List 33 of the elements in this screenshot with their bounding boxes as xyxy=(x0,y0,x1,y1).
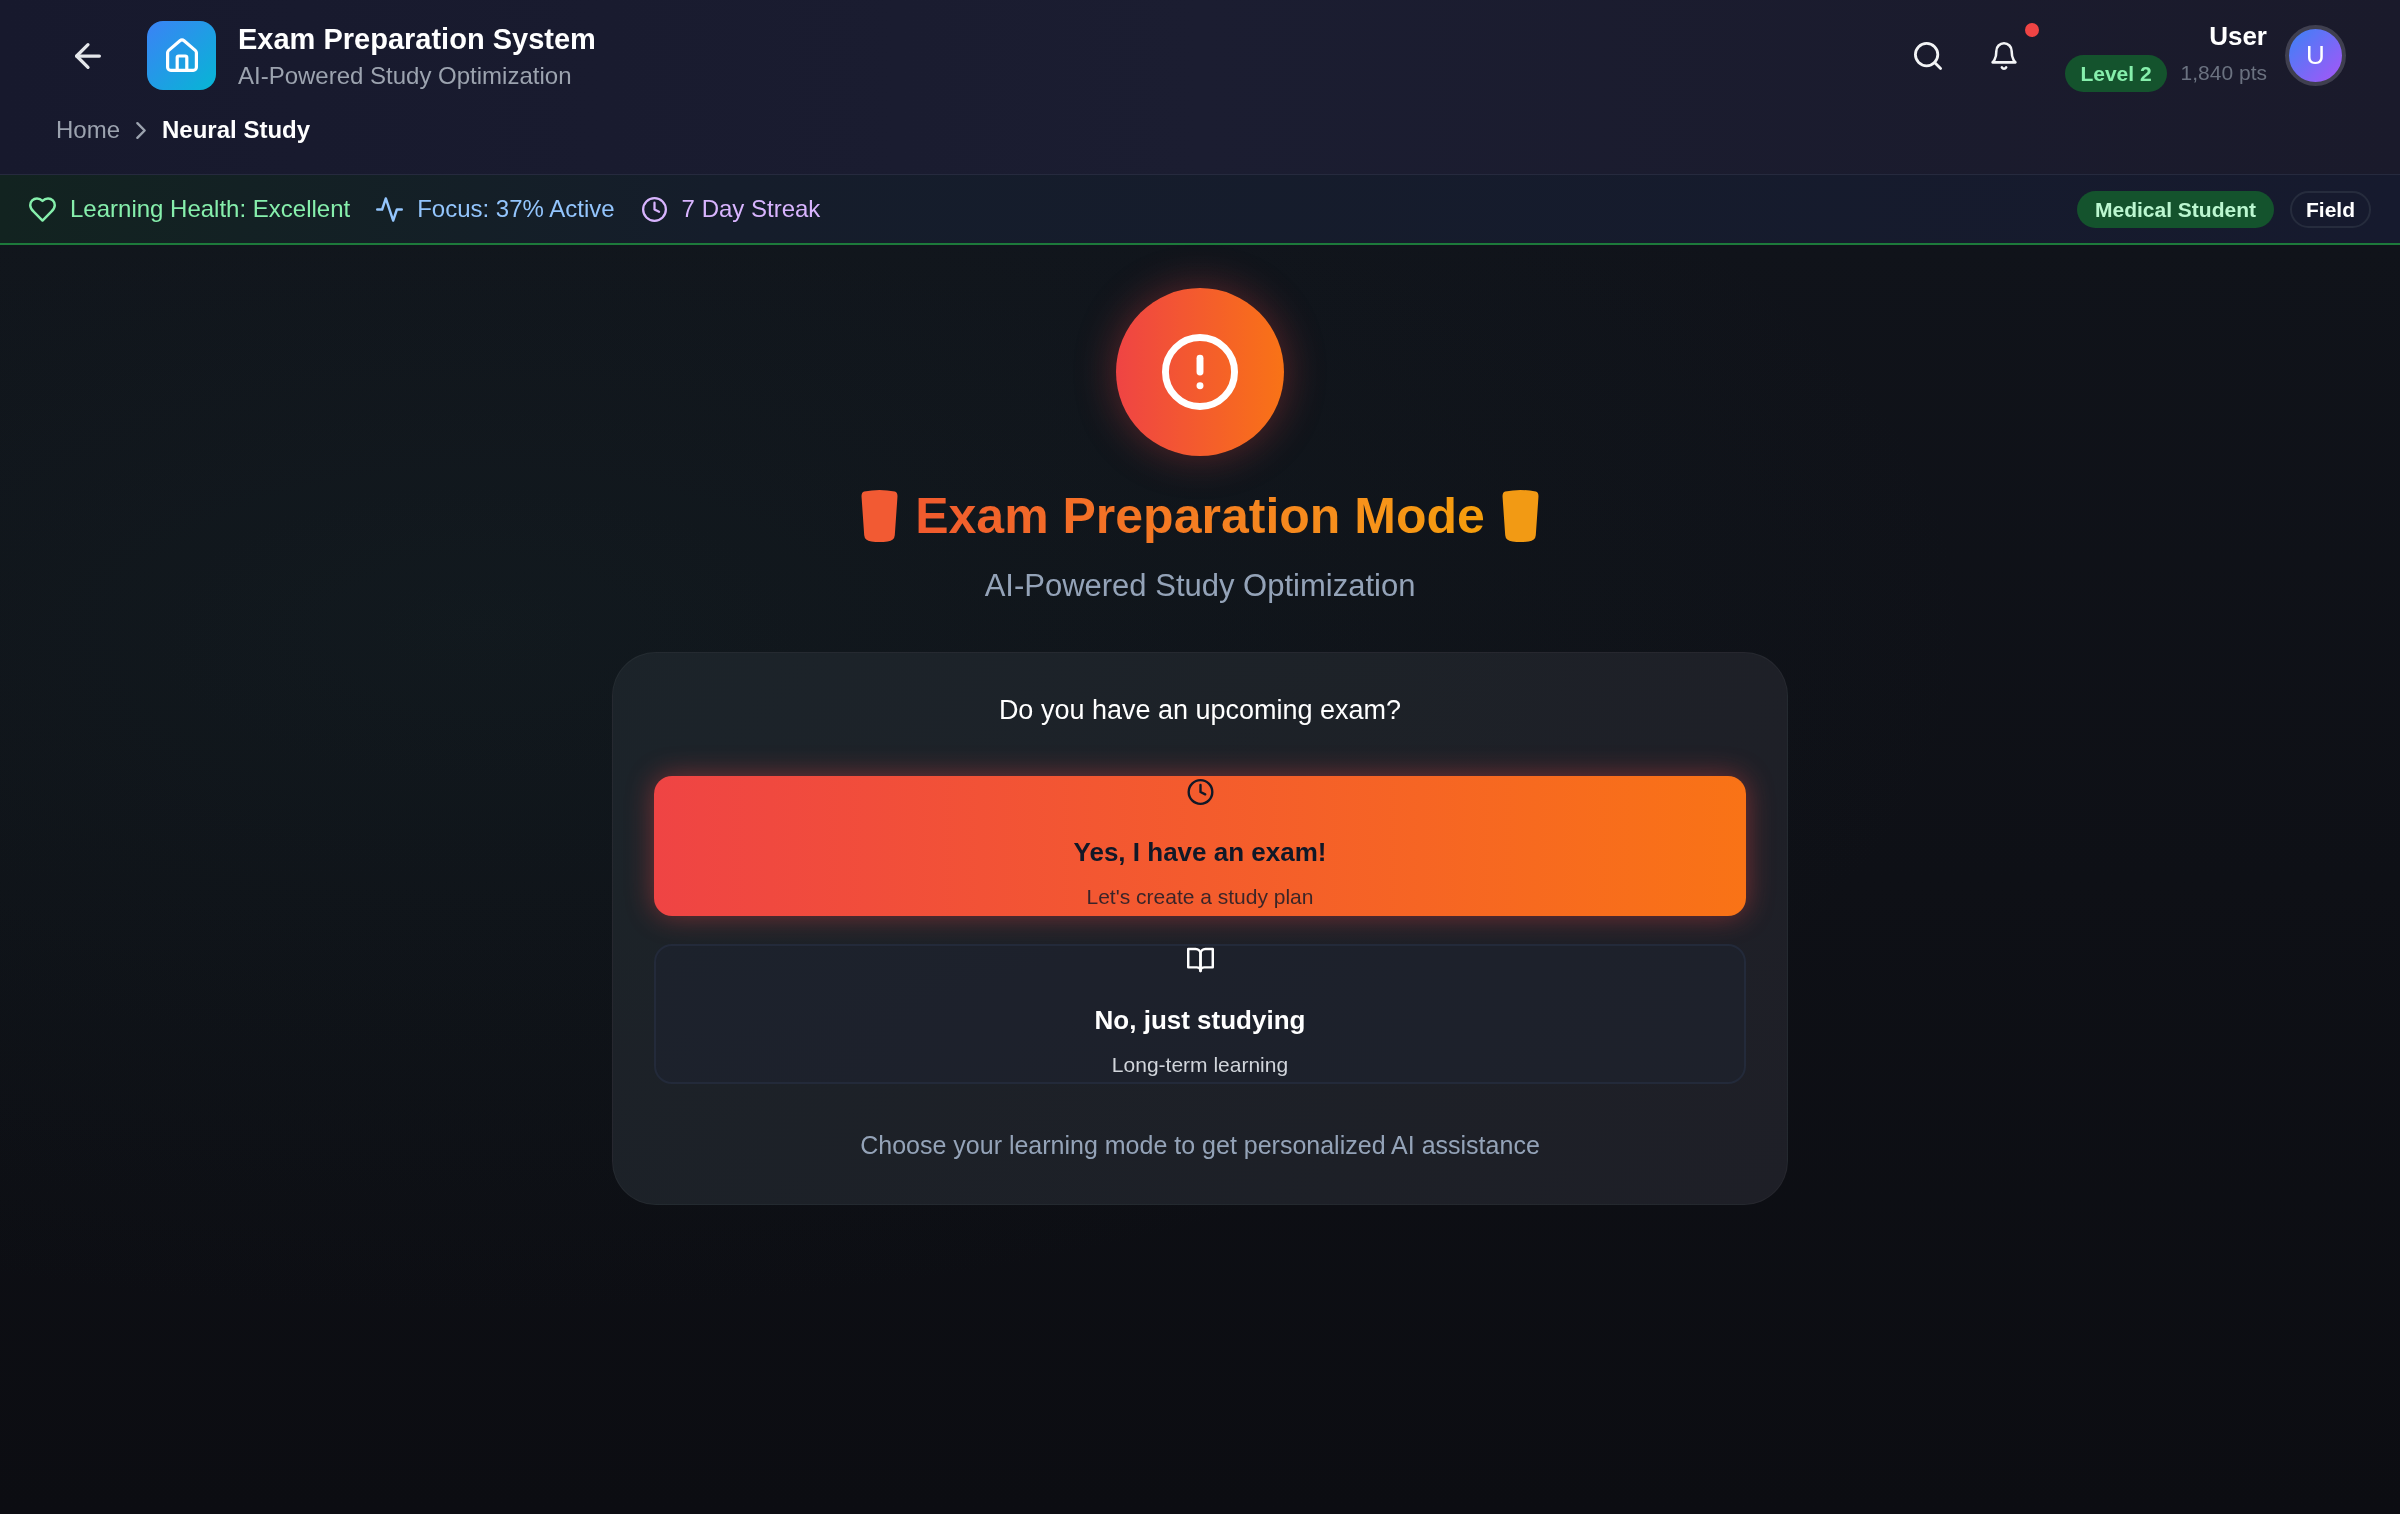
back-button[interactable] xyxy=(73,40,103,71)
hint-text: Choose your learning mode to get personalized AI assistance xyxy=(860,1130,1540,1160)
home-icon xyxy=(147,21,216,90)
cylinder-icon xyxy=(1500,489,1540,543)
app-subtitle: AI-Powered Study Optimization xyxy=(238,61,573,91)
streak-status: 7 Day Streak xyxy=(681,194,821,224)
role-tag: Medical Student xyxy=(2076,190,2274,228)
cylinder-icon xyxy=(860,489,900,543)
app-title: Exam Preparation System xyxy=(238,22,596,56)
search-icon xyxy=(1914,41,1943,70)
breadcrumb-link[interactable]: Home xyxy=(56,115,121,145)
clock-icon xyxy=(1186,779,1214,805)
question-text: Do you have an upcoming exam? xyxy=(998,694,1402,727)
arrow-left-icon xyxy=(75,42,101,69)
option-button[interactable]: No, just studying Long-term learning xyxy=(654,944,1746,1084)
field-tag: Field xyxy=(2290,190,2371,228)
chevron-right-icon xyxy=(136,121,147,139)
page-subtitle: AI-Powered Study Optimization xyxy=(984,567,1416,605)
heart-icon xyxy=(29,196,56,222)
level-badge: Level 2 xyxy=(2065,54,2167,92)
option-button[interactable]: Yes, I have an exam! Let's create a study plan xyxy=(654,776,1746,916)
avatar[interactable]: U xyxy=(2285,25,2346,86)
focus-status: Focus: 37% Active xyxy=(417,194,615,224)
search-button[interactable] xyxy=(1914,41,1943,70)
book-icon xyxy=(1186,947,1214,973)
breadcrumb-current: Neural Study xyxy=(162,115,311,145)
health-status: Learning Health: Excellent xyxy=(70,194,351,224)
points-text: 1,840 pts xyxy=(2180,60,2267,86)
notifications-button[interactable] xyxy=(1990,41,2019,70)
clock-icon xyxy=(640,196,668,222)
user-name: User xyxy=(2209,19,2267,52)
bell-icon xyxy=(1991,41,2018,70)
pulse-icon xyxy=(376,196,404,222)
